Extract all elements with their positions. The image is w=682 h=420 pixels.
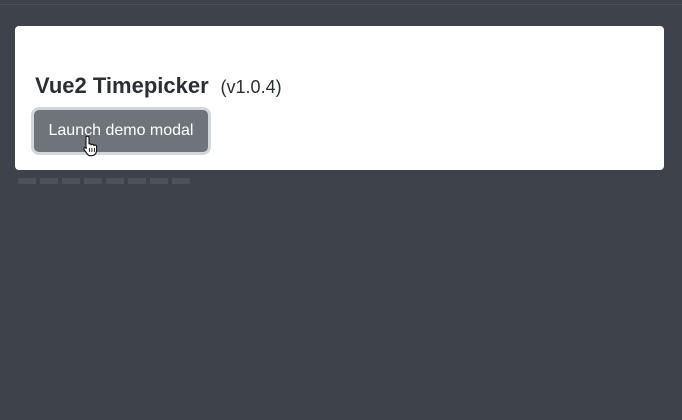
- background-faint-text: [18, 178, 193, 184]
- demo-card: Vue2 Timepicker (v1.0.4) Launch demo mod…: [15, 26, 664, 170]
- launch-demo-modal-label: Launch demo modal: [48, 122, 194, 139]
- version-label: (v1.0.4): [220, 77, 282, 97]
- launch-demo-modal-button[interactable]: Launch demo modal: [34, 110, 208, 152]
- page-title: Vue2 Timepicker (v1.0.4): [35, 66, 282, 98]
- top-divider: [0, 4, 682, 5]
- title-text: Vue2 Timepicker: [35, 73, 209, 98]
- hand-pointer-icon: [83, 135, 98, 157]
